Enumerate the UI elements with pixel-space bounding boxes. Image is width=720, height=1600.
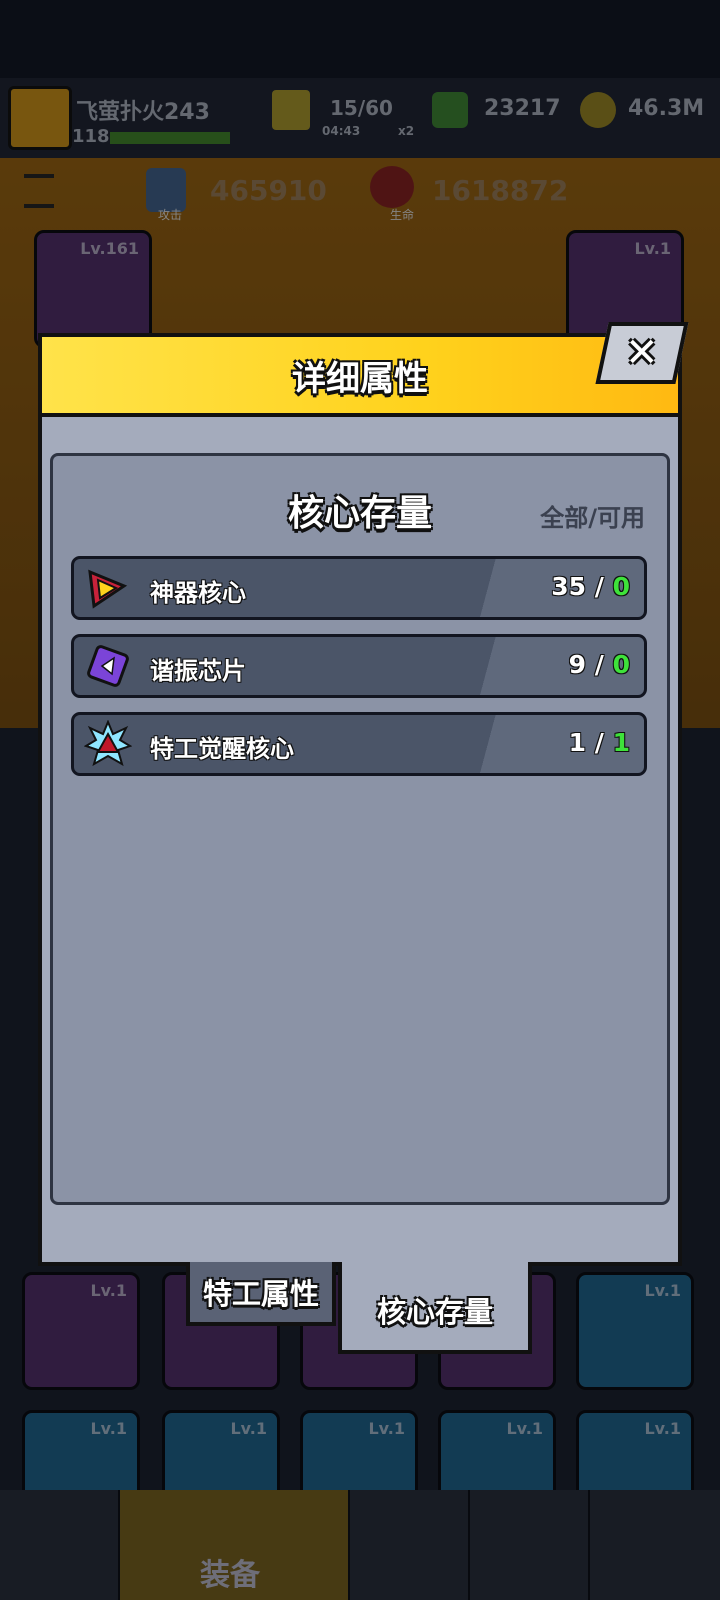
tab-core-inventory[interactable]: 核心存量 bbox=[338, 1262, 532, 1354]
detail-attributes-dialog: 详细属性 核心存量 全部/可用 神器核心 35 / 0 谐振芯片 9 / 0 特… bbox=[38, 333, 682, 1266]
core-inventory-panel: 核心存量 全部/可用 神器核心 35 / 0 谐振芯片 9 / 0 特工觉醒核心 bbox=[50, 453, 670, 1205]
tab-agent-attributes[interactable]: 特工属性 bbox=[186, 1262, 336, 1326]
total-available-legend: 全部/可用 bbox=[540, 504, 645, 532]
close-button[interactable]: ✕ bbox=[595, 322, 689, 384]
dialog-title: 详细属性 bbox=[292, 359, 428, 399]
core-count: 1 / 1 bbox=[568, 728, 630, 757]
core-count: 9 / 0 bbox=[568, 650, 630, 679]
artifact-core-icon bbox=[88, 569, 128, 609]
close-icon: ✕ bbox=[625, 330, 659, 376]
core-name: 谐振芯片 bbox=[150, 657, 246, 685]
core-row-agent-awaken: 特工觉醒核心 1 / 1 bbox=[71, 712, 647, 776]
core-row-resonance-chip: 谐振芯片 9 / 0 bbox=[71, 634, 647, 698]
dialog-header: 详细属性 bbox=[42, 337, 678, 417]
core-count: 35 / 0 bbox=[551, 572, 630, 601]
agent-awaken-core-icon bbox=[84, 720, 132, 767]
core-name: 特工觉醒核心 bbox=[150, 735, 294, 763]
core-row-artifact: 神器核心 35 / 0 bbox=[71, 556, 647, 620]
core-name: 神器核心 bbox=[150, 579, 246, 607]
resonance-chip-icon bbox=[87, 645, 129, 687]
